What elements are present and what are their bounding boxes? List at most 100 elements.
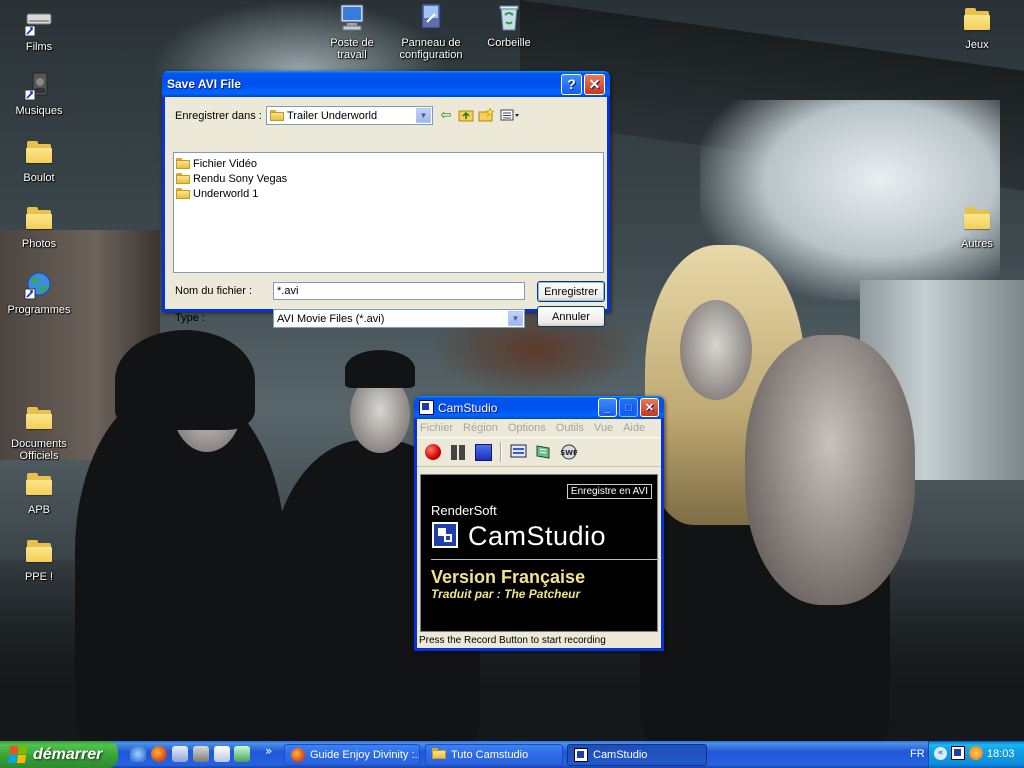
taskbar: démarrer » Guide Enjoy Divinity :... Tut… — [0, 741, 1024, 768]
menu-vue[interactable]: Vue — [594, 422, 613, 434]
desktop-icon-corbeille[interactable]: Corbeille — [473, 2, 545, 49]
swf-button[interactable]: SWF — [559, 442, 579, 462]
save-avi-dialog: Save AVI File ? ✕ Enregistrer dans : Tra… — [162, 71, 610, 328]
desktop-icon-label: Corbeille — [487, 37, 531, 49]
record-mode-badge: Enregistre en AVI — [566, 484, 652, 499]
folder-icon — [23, 536, 55, 568]
cancel-button[interactable]: Annuler — [537, 306, 605, 327]
file-type-dropdown[interactable]: AVI Movie Files (*.avi) ▼ — [273, 309, 525, 328]
folder-icon — [270, 110, 284, 121]
file-list[interactable]: Fichier Vidéo Rendu Sony Vegas Underworl… — [173, 152, 604, 273]
desktop-icon-photos[interactable]: Photos — [4, 203, 74, 250]
menu-outils[interactable]: Outils — [556, 422, 584, 434]
taskbar-button-camstudio[interactable]: CamStudio — [567, 744, 707, 766]
desktop-icon-autres[interactable]: Autres — [942, 203, 1012, 250]
desktop-icon-label: Panneau de configuration — [399, 37, 463, 61]
annotation-icon — [536, 445, 550, 459]
desktop-icon-label: PPE ! — [24, 571, 54, 583]
desktop-icon-jeux[interactable]: Jeux — [942, 4, 1012, 51]
desktop-icon-boulot[interactable]: Boulot — [4, 137, 74, 184]
desktop-icon-apb[interactable]: APB — [4, 469, 74, 516]
taskbar-button-tuto[interactable]: Tuto Camstudio — [425, 744, 563, 766]
save-in-dropdown[interactable]: Trailer Underworld ▼ — [266, 106, 433, 125]
dialog-title-bar[interactable]: Save AVI File ? ✕ — [162, 71, 610, 97]
save-in-label: Enregistrer dans : — [175, 110, 262, 122]
file-name: Rendu Sony Vegas — [193, 172, 288, 185]
desktop-icon-label: Jeux — [965, 39, 989, 51]
system-tray: « 18:03 — [928, 741, 1024, 768]
record-button[interactable] — [423, 442, 443, 462]
camstudio-title-bar[interactable]: CamStudio _ □ ✕ — [414, 396, 664, 419]
desktop-icon-label: Autres — [961, 238, 993, 250]
close-button[interactable]: ✕ — [584, 73, 605, 95]
close-button[interactable]: ✕ — [640, 398, 659, 417]
pause-button[interactable] — [448, 442, 468, 462]
list-item[interactable]: Underworld 1 — [176, 186, 601, 201]
desktop-icon-label: Musiques — [15, 105, 63, 117]
desktop-icon-poste-de-travail[interactable]: Poste de travail — [316, 2, 388, 61]
back-arrow-icon[interactable]: ⇦ — [437, 107, 455, 123]
filename-input[interactable]: *.avi — [273, 282, 525, 300]
desktop-icon-label: Programmes — [7, 304, 71, 316]
filename-label: Nom du fichier : — [175, 285, 253, 297]
save-button[interactable]: Enregistrer — [537, 281, 605, 302]
tray-expand-icon[interactable]: « — [934, 747, 947, 760]
menu-fichier[interactable]: Fichier — [420, 422, 453, 434]
menu-region[interactable]: Région — [463, 422, 498, 434]
list-item[interactable]: Rendu Sony Vegas — [176, 171, 601, 186]
task-label: Tuto Camstudio — [451, 749, 529, 761]
taskbar-button-guide[interactable]: Guide Enjoy Divinity :... — [284, 744, 420, 766]
desktop-icon-programmes[interactable]: Programmes — [4, 269, 74, 316]
desktop-icon-label: Photos — [21, 238, 57, 250]
utility-icon[interactable] — [234, 746, 250, 762]
desktop-icon-films[interactable]: Films — [4, 6, 74, 53]
desktop-icon-panneau-de-configuration[interactable]: Panneau de configuration — [395, 2, 467, 61]
region-icon — [510, 444, 527, 458]
new-folder-icon[interactable] — [477, 107, 495, 123]
help-button[interactable]: ? — [561, 73, 582, 95]
language-indicator[interactable]: FR — [910, 748, 925, 760]
desktop-icon-musiques[interactable]: Musiques — [4, 70, 74, 117]
desktop-icon-label: Boulot — [23, 172, 55, 184]
camstudio-app-icon — [419, 400, 434, 415]
camstudio-title: CamStudio — [438, 400, 498, 415]
desktop-icon-documents-officiels[interactable]: Documents Officiels — [4, 403, 74, 462]
stop-button[interactable] — [473, 442, 493, 462]
view-menu-icon[interactable] — [499, 107, 521, 123]
minimize-button[interactable]: _ — [598, 398, 617, 417]
dialog-body: Enregistrer dans : Trailer Underworld ▼ … — [165, 97, 607, 328]
chevron-down-icon: ▼ — [508, 311, 523, 326]
maximize-button[interactable]: □ — [619, 398, 638, 417]
list-item[interactable]: Fichier Vidéo — [176, 156, 601, 171]
folder-icon — [23, 137, 55, 169]
camstudio-logo-icon — [432, 522, 458, 548]
stop-icon — [474, 443, 492, 461]
translator-credit: Traduit par : The Patcheur — [431, 587, 581, 601]
control-panel-icon — [415, 2, 447, 34]
camstudio-body: Fichier Région Options Outils Vue Aide S… — [417, 419, 661, 648]
version-label: Version Française — [431, 567, 586, 587]
folder-icon — [961, 4, 993, 36]
messenger-icon[interactable] — [214, 746, 230, 762]
folder-icon — [176, 188, 190, 199]
dialog-title: Save AVI File — [167, 77, 242, 91]
menu-aide[interactable]: Aide — [623, 422, 645, 434]
annotation-button[interactable] — [534, 442, 554, 462]
media-player-icon[interactable] — [193, 746, 209, 762]
menu-bar: Fichier Région Options Outils Vue Aide — [417, 419, 661, 437]
firefox-icon[interactable] — [151, 746, 167, 762]
up-folder-icon[interactable] — [457, 107, 475, 123]
network-tray-icon[interactable] — [969, 746, 983, 760]
quick-launch-overflow[interactable]: » — [265, 744, 272, 758]
task-label: CamStudio — [593, 749, 648, 761]
menu-options[interactable]: Options — [508, 422, 546, 434]
splash-divider — [431, 559, 659, 560]
folder-icon — [23, 403, 55, 435]
camstudio-tray-icon[interactable] — [951, 746, 965, 760]
internet-explorer-icon[interactable] — [130, 746, 146, 762]
desktop-icon-ppe[interactable]: PPE ! — [4, 536, 74, 583]
region-button[interactable] — [509, 442, 529, 462]
clock[interactable]: 18:03 — [987, 748, 1015, 760]
start-button[interactable]: démarrer — [0, 741, 118, 768]
show-desktop-icon[interactable] — [172, 746, 188, 762]
